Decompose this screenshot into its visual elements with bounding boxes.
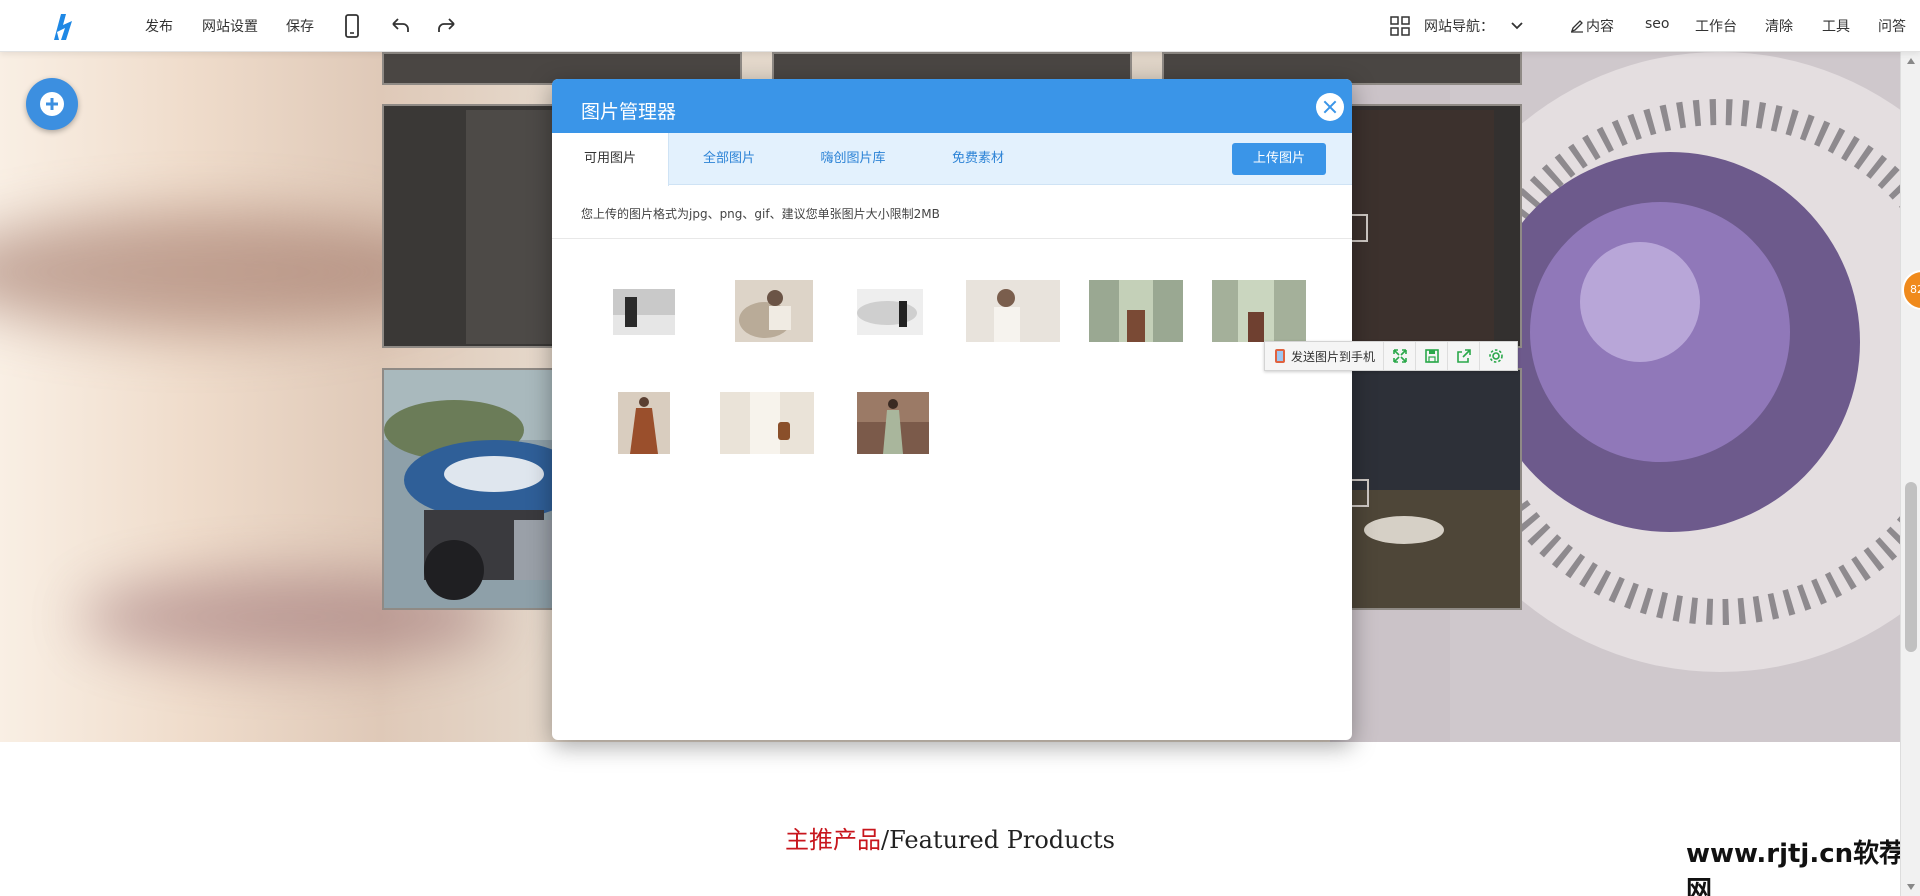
settings-icon[interactable] <box>1480 342 1512 370</box>
undo-icon[interactable] <box>388 13 412 39</box>
add-circle-icon <box>40 92 64 116</box>
dialog-tabs: 可用图片 全部图片 嗨创图片库 免费素材 上传图片 <box>552 133 1352 186</box>
tab-all-images[interactable]: 全部图片 <box>669 133 789 185</box>
mobile-preview-icon[interactable] <box>340 13 364 39</box>
upload-image-button[interactable]: 上传图片 <box>1232 143 1326 175</box>
expand-icon[interactable] <box>1384 342 1417 370</box>
image-thumbnail[interactable] <box>735 280 813 342</box>
section-title-en: Featured Products <box>889 826 1115 854</box>
tab-image-library[interactable]: 嗨创图片库 <box>789 133 917 185</box>
qa-button[interactable]: 问答 <box>1878 16 1906 36</box>
image-thumbnail[interactable] <box>618 392 670 454</box>
image-action-toolbar: 发送图片到手机 <box>1264 341 1518 371</box>
brand-logo-icon[interactable] <box>48 12 82 42</box>
content-button[interactable]: 内容 <box>1570 16 1614 36</box>
save-button[interactable]: 保存 <box>286 16 314 36</box>
phone-icon <box>1275 349 1285 363</box>
site-nav-label[interactable]: 网站导航： <box>1424 16 1494 36</box>
top-toolbar: 发布 网站设置 保存 网站导航： 内容 seo 工作台 清除 工具 问答 <box>0 0 1920 52</box>
site-settings-button[interactable]: 网站设置 <box>202 16 258 36</box>
image-thumbnail[interactable] <box>613 289 675 335</box>
save-icon[interactable] <box>1416 342 1449 370</box>
edit-icon <box>1570 20 1583 33</box>
grid-icon[interactable] <box>1388 13 1412 39</box>
seo-button[interactable]: seo <box>1645 16 1669 32</box>
section-title-separator: / <box>880 826 890 854</box>
scroll-up-icon[interactable] <box>1907 58 1915 64</box>
scroll-down-icon[interactable] <box>1907 884 1915 890</box>
site-watermark: www.rjtj.cn软荐网 <box>1686 839 1906 896</box>
image-grid <box>552 239 1352 739</box>
tools-button[interactable]: 工具 <box>1822 16 1850 36</box>
tab-available-images[interactable]: 可用图片 <box>552 133 669 186</box>
redo-icon[interactable] <box>435 13 459 39</box>
content-label: 内容 <box>1586 19 1614 35</box>
image-thumbnail[interactable] <box>1212 280 1306 342</box>
image-manager-dialog: 图片管理器 可用图片 全部图片 嗨创图片库 免费素材 上传图片 您上传的图片格式… <box>552 79 1352 740</box>
share-icon[interactable] <box>1448 342 1481 370</box>
upload-hint: 您上传的图片格式为jpg、png、gif、建议您单张图片大小限制2MB <box>552 185 1352 239</box>
workbench-button[interactable]: 工作台 <box>1695 16 1737 36</box>
chevron-down-icon[interactable] <box>1507 13 1527 39</box>
image-thumbnail[interactable] <box>720 392 814 454</box>
add-widget-button[interactable] <box>26 78 78 130</box>
image-thumbnail[interactable] <box>1089 280 1183 342</box>
tab-free-assets[interactable]: 免费素材 <box>917 133 1039 185</box>
page-scrollbar[interactable] <box>1900 52 1920 896</box>
send-to-phone-label: 发送图片到手机 <box>1291 349 1376 364</box>
dialog-header: 图片管理器 <box>552 79 1352 133</box>
scrollbar-thumb[interactable] <box>1905 482 1917 652</box>
image-thumbnail[interactable] <box>857 392 929 454</box>
section-title-cn: 主推产品 <box>784 826 881 854</box>
image-thumbnail[interactable] <box>966 280 1060 342</box>
dialog-title: 图片管理器 <box>581 101 677 123</box>
close-icon[interactable] <box>1316 93 1344 121</box>
image-thumbnail[interactable] <box>857 289 923 335</box>
publish-button[interactable]: 发布 <box>145 16 173 36</box>
featured-products-title: 主推产品/Featured Products <box>0 820 1900 855</box>
clear-button[interactable]: 清除 <box>1765 16 1793 36</box>
send-to-phone-button[interactable]: 发送图片到手机 <box>1265 342 1385 370</box>
